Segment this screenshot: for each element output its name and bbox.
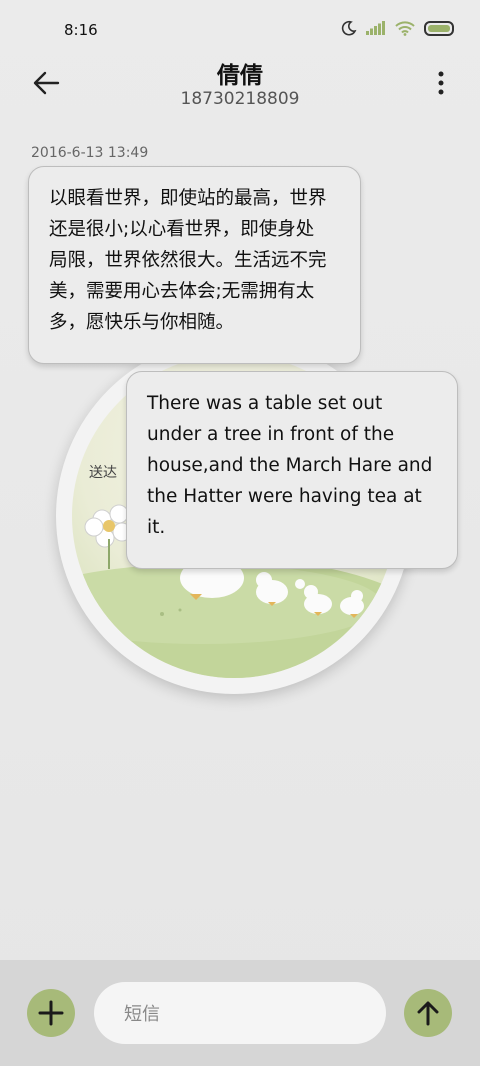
message-input-container[interactable] <box>94 982 386 1046</box>
message-bubble[interactable]: 以眼看世界，即使站的最高，世界 还是很小;以心看世界，即使身处 局限，世界依然很… <box>28 166 361 364</box>
compose-bar <box>0 960 480 1066</box>
battery-icon <box>424 20 454 36</box>
status-icons <box>341 20 454 36</box>
wifi-icon <box>395 20 415 36</box>
status-bar: 8:16 <box>0 0 480 62</box>
message-text: 以眼看世界，即使站的最高，世界 还是很小;以心看世界，即使身处 局限，世界依然很… <box>49 188 327 333</box>
moon-icon <box>341 20 357 36</box>
status-time: 8:16 <box>64 21 98 39</box>
message-input[interactable] <box>122 982 376 1046</box>
message-bubble[interactable]: There was a table set out under a tree i… <box>126 371 458 569</box>
contact-name: 倩倩 <box>217 63 263 89</box>
conversation-header: 倩倩 18730218809 <box>0 56 480 120</box>
signal-icon <box>366 21 385 35</box>
send-button[interactable] <box>404 989 452 1037</box>
phone-number: 18730218809 <box>180 89 300 109</box>
message-timestamp: 2016-6-13 13:49 <box>31 145 149 161</box>
add-attachment-button[interactable] <box>27 989 75 1037</box>
message-text: There was a table set out under a tree i… <box>147 393 433 538</box>
send-arrow-icon <box>417 1001 439 1026</box>
delivery-status: 送达 <box>89 465 117 481</box>
more-options-icon[interactable] <box>434 70 448 96</box>
plus-icon <box>38 1000 64 1026</box>
